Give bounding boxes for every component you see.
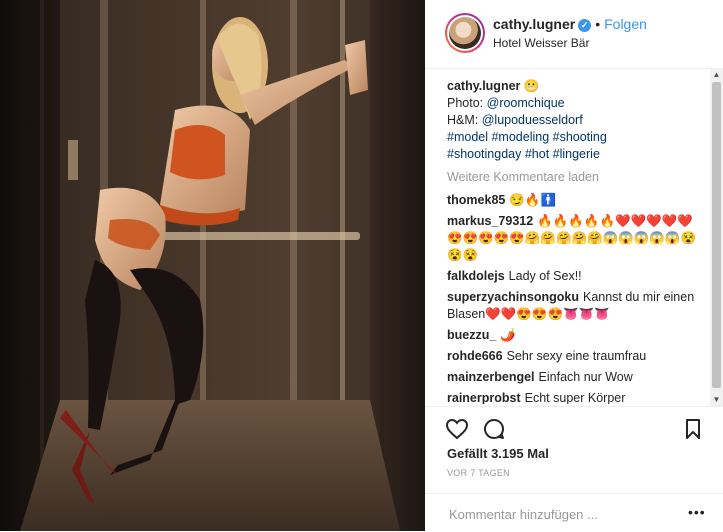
comment-item: mainzerbengel Einfach nur Wow [447,369,703,386]
comment-text: 🌶️ [500,328,516,342]
comment-icon[interactable] [482,417,506,441]
avatar-ring [447,15,483,51]
verified-badge-icon: ✓ [578,19,592,32]
comment-item: markus_79312 🔥🔥🔥🔥🔥❤️❤️❤️❤️❤️😍😍😍😍😍🤗🤗🤗🤗🤗😱😱😱… [447,213,703,264]
comment-username[interactable]: rohde666 [447,349,503,363]
comment-item: rohde666 Sehr sexy eine traumfrau [447,348,703,365]
avatar[interactable] [445,13,485,53]
load-more-comments[interactable]: Weitere Kommentare laden [447,169,703,186]
scroll-up-arrow-icon[interactable]: ▲ [710,68,723,81]
caption: cathy.lugner 😬 Photo: @roomchique H&M: @… [447,78,703,163]
like-count[interactable]: Gefällt 3.195 Mal [447,446,549,461]
hashtags-line-2[interactable]: #shootingday #hot #lingerie [447,146,703,163]
post-age: VOR 7 TAGEN [447,468,510,478]
comment-username[interactable]: falkdolejs [447,269,505,283]
comment-text: Echt super Körper [524,391,626,404]
comment-input[interactable] [447,503,671,525]
hashtags-line-1[interactable]: #model #modeling #shooting [447,129,703,146]
scroll-thumb[interactable] [712,82,721,388]
scroll-down-arrow-icon[interactable]: ▼ [710,393,723,406]
comment-username[interactable]: buezzu_ [447,328,496,342]
heart-icon[interactable] [445,417,469,441]
avatar-image [449,17,481,49]
comment-text: Einfach nur Wow [538,370,633,384]
comments-scrollbar[interactable]: ▲ ▼ [710,68,723,406]
comment-username[interactable]: mainzerbengel [447,370,535,384]
hm-prefix: H&M: [447,113,479,127]
bookmark-icon[interactable] [681,417,705,441]
hm-credit-link[interactable]: @lupoduesseldorf [482,113,583,127]
comment-item: rainerprobst Echt super Körper [447,390,703,404]
comment-username[interactable]: markus_79312 [447,214,533,228]
photo-prefix: Photo: [447,96,484,110]
comment-username[interactable]: superzyachinsongoku [447,290,579,304]
comment-item: buezzu_ 🌶️ [447,327,703,344]
post-image [0,0,425,531]
comment-username[interactable]: thomek85 [447,193,505,207]
separator-dot: • [595,16,601,32]
caption-username[interactable]: cathy.lugner [447,79,520,93]
action-bar [425,406,723,447]
comment-item: superzyachinsongoku Kannst du mir einen B… [447,289,703,323]
more-options-icon[interactable]: ••• [688,504,706,520]
post-panel: cathy.lugner ✓ • Folgen Hotel Weisser Bär c… [425,0,723,531]
follow-button[interactable]: Folgen [604,16,647,32]
add-comment-bar: ••• [425,493,723,532]
location-link[interactable]: Hotel Weisser Bär [493,36,589,50]
comment-item: thomek85 😏🔥🚹 [447,192,703,209]
caption-emoji: 😬 [523,79,540,93]
header-username[interactable]: cathy.lugner [493,16,575,32]
photo-credit-link[interactable]: @roomchique [487,96,565,110]
header-user-line: cathy.lugner ✓ • Folgen [493,16,647,32]
post-header: cathy.lugner ✓ • Folgen Hotel Weisser Bär [425,0,723,69]
comment-item: falkdolejs Lady of Sex!! [447,268,703,285]
comment-text: 😏🔥🚹 [509,193,557,207]
comment-username[interactable]: rainerprobst [447,391,521,404]
comment-text: Lady of Sex!! [508,269,582,283]
comment-text: Sehr sexy eine traumfrau [506,349,647,363]
post-photo[interactable] [0,0,425,531]
comments-list[interactable]: cathy.lugner 😬 Photo: @roomchique H&M: @… [447,78,703,404]
